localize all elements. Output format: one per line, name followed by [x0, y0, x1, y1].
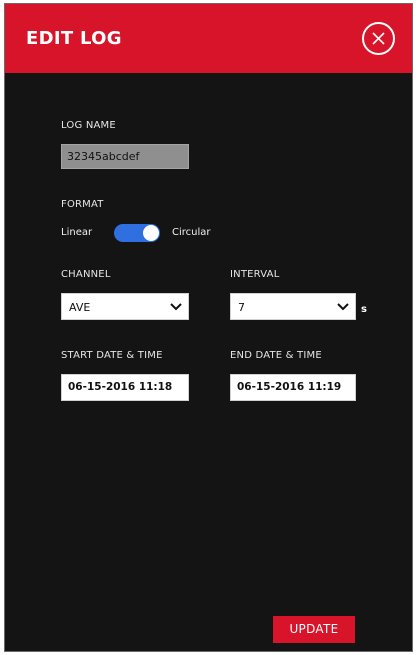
interval-unit: s: [361, 304, 367, 315]
toggle-knob: [143, 225, 159, 241]
close-icon: [372, 32, 385, 45]
chevron-down-icon: [337, 303, 349, 311]
start-datetime-label: START DATE & TIME: [61, 350, 163, 361]
log-name-input[interactable]: 32345abcdef: [61, 144, 189, 169]
channel-value: AVE: [69, 301, 91, 314]
dialog-header: EDIT LOG: [5, 4, 412, 73]
format-label: FORMAT: [61, 199, 104, 210]
interval-select[interactable]: 7: [230, 293, 356, 320]
log-name-label: LOG NAME: [61, 120, 116, 131]
update-button[interactable]: UPDATE: [273, 616, 355, 643]
close-button[interactable]: [362, 22, 395, 55]
format-option-circular: Circular: [172, 227, 211, 238]
channel-select[interactable]: AVE: [61, 293, 189, 320]
edit-log-dialog: EDIT LOG LOG NAME 32345abcdef FORMAT Lin…: [4, 3, 413, 652]
interval-value: 7: [238, 301, 245, 314]
dialog-title: EDIT LOG: [26, 28, 122, 49]
format-toggle[interactable]: [114, 224, 160, 242]
chevron-down-icon: [170, 303, 182, 311]
channel-label: CHANNEL: [61, 269, 111, 280]
format-option-linear: Linear: [61, 227, 93, 238]
interval-label: INTERVAL: [230, 269, 280, 280]
end-datetime-input[interactable]: 06-15-2016 11:19: [230, 374, 356, 401]
end-datetime-label: END DATE & TIME: [230, 350, 322, 361]
start-datetime-input[interactable]: 06-15-2016 11:18: [61, 374, 189, 401]
